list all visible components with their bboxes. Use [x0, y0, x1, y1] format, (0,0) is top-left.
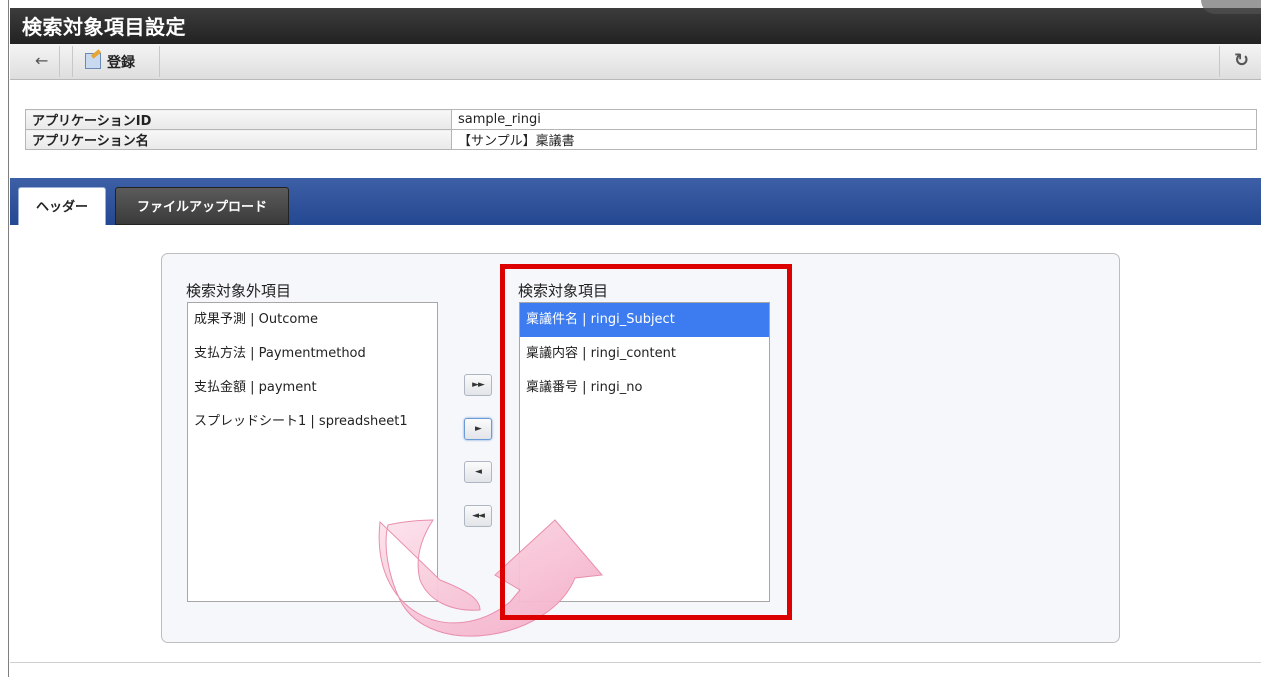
excluded-item-payment[interactable]: 支払金額 | payment: [188, 371, 437, 405]
app-id-label: アプリケーションID: [25, 109, 452, 130]
add-all-button[interactable]: ►►: [464, 374, 492, 396]
window-title-bar: 検索対象項目設定: [10, 0, 1261, 44]
included-list-title: 検索対象項目: [518, 282, 609, 300]
excluded-fields-list[interactable]: 成果予測 | Outcome 支払方法 | Paymentmethod 支払金額…: [187, 302, 438, 602]
included-item-subject[interactable]: 稟議件名 | ringi_Subject: [520, 303, 769, 337]
info-row-app-id: アプリケーションID sample_ringi: [25, 109, 1257, 130]
back-arrow-icon: ←: [35, 51, 49, 70]
back-button[interactable]: ←: [20, 46, 60, 77]
add-button[interactable]: ►: [464, 418, 492, 440]
left-border: [8, 0, 9, 677]
window-title: 検索対象項目設定: [22, 15, 186, 39]
register-button-label: 登録: [107, 55, 135, 71]
excluded-item-outcome[interactable]: 成果予測 | Outcome: [188, 303, 437, 337]
included-item-no[interactable]: 稟議番号 | ringi_no: [520, 371, 769, 405]
tab-file-upload[interactable]: ファイルアップロード: [115, 187, 289, 225]
included-item-content[interactable]: 稟議内容 | ringi_content: [520, 337, 769, 371]
excluded-item-paymentmethod[interactable]: 支払方法 | Paymentmethod: [188, 337, 437, 371]
bottom-divider: [10, 662, 1261, 663]
included-fields-list[interactable]: 稟議件名 | ringi_Subject 稟議内容 | ringi_conten…: [519, 302, 770, 602]
refresh-icon: ↻: [1234, 50, 1250, 71]
refresh-button[interactable]: ↻: [1219, 46, 1261, 77]
tab-header[interactable]: ヘッダー: [18, 187, 106, 225]
tab-strip: ヘッダー ファイルアップロード: [10, 178, 1261, 225]
application-info-table: アプリケーションID sample_ringi アプリケーション名 【サンプル】…: [25, 109, 1257, 150]
info-row-app-name: アプリケーション名 【サンプル】稟議書: [25, 129, 1257, 150]
excluded-item-spreadsheet1[interactable]: スプレッドシート1 | spreadsheet1: [188, 405, 437, 439]
app-name-label: アプリケーション名: [25, 129, 452, 150]
edit-form-icon: [85, 53, 101, 69]
register-button[interactable]: 登録: [72, 46, 160, 77]
app-name-value: 【サンプル】稟議書: [451, 129, 1257, 150]
remove-all-button[interactable]: ◄◄: [464, 505, 492, 527]
remove-button[interactable]: ◄: [464, 461, 492, 483]
app-id-value: sample_ringi: [451, 109, 1257, 130]
excluded-list-title: 検索対象外項目: [186, 282, 292, 300]
title-bar-corner-decoration: [1201, 0, 1261, 14]
toolbar: ← 登録 ↻: [10, 44, 1261, 80]
